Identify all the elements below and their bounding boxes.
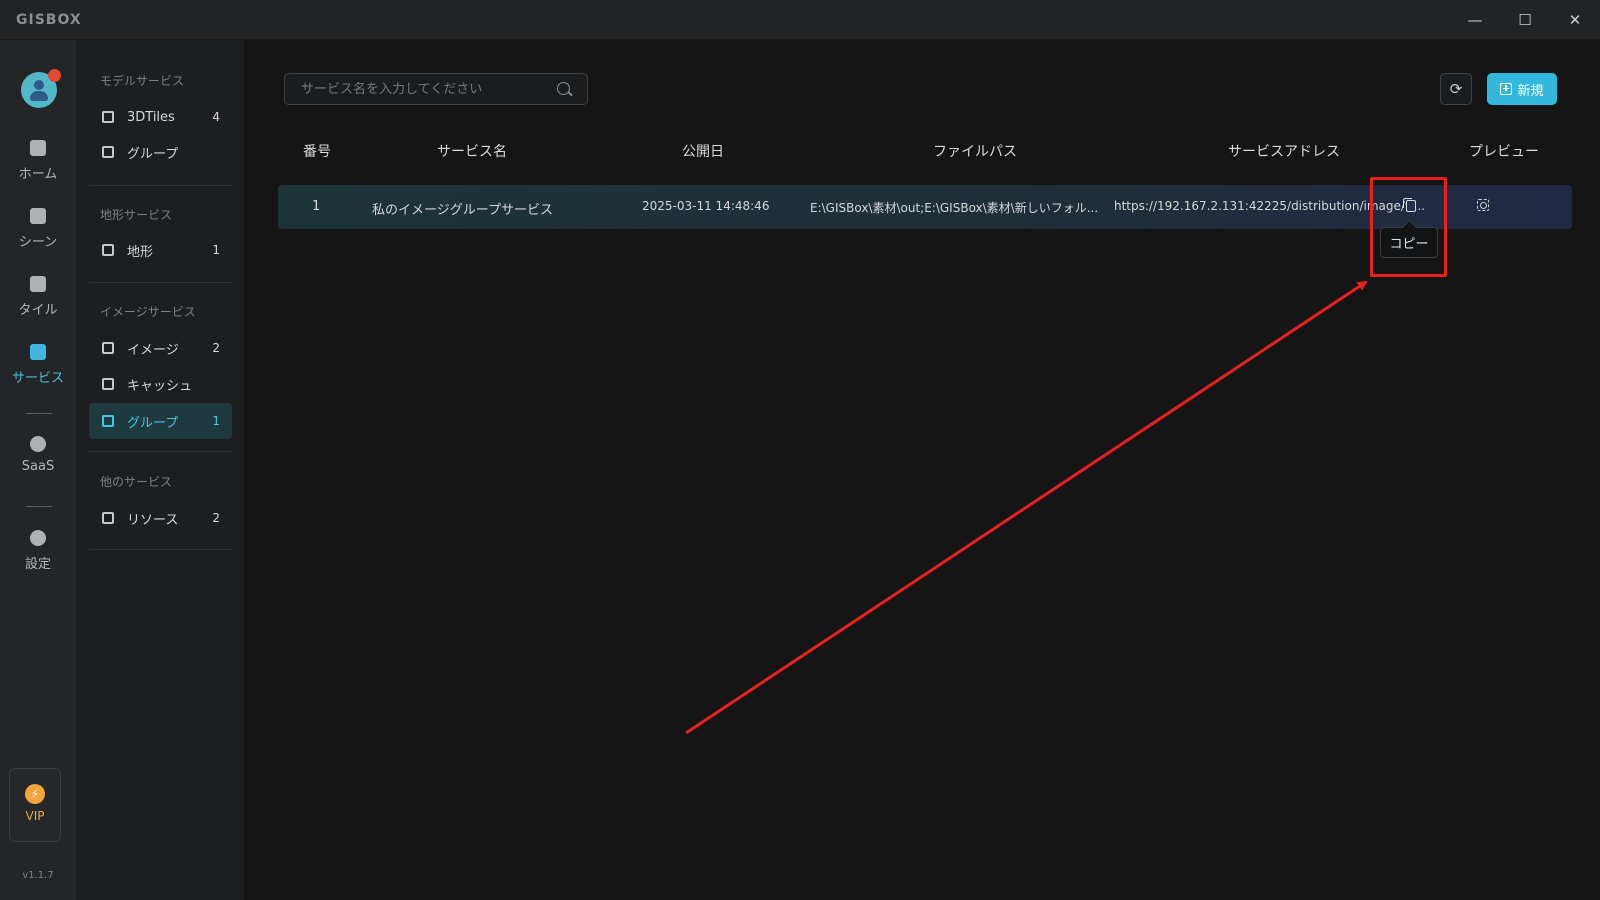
notification-badge-icon: [48, 69, 61, 82]
refresh-icon: ⟳: [1449, 80, 1463, 98]
search-input[interactable]: [285, 74, 555, 104]
nav-scene-label: シーン: [18, 235, 58, 250]
submenu-item-image-group[interactable]: グループ 1: [89, 403, 232, 439]
submenu-divider: [89, 451, 232, 452]
minimize-button[interactable]: —: [1460, 8, 1490, 32]
group-title-model: モデルサービス: [100, 74, 185, 88]
rail-divider: [26, 413, 52, 414]
refresh-button[interactable]: ⟳: [1440, 73, 1472, 105]
nav-settings[interactable]: 設定: [0, 530, 76, 584]
scene-icon: [30, 208, 46, 224]
submenu-item-label: グループ: [127, 415, 179, 431]
submenu-item-count: 1: [212, 243, 220, 257]
tile-icon: [30, 276, 46, 292]
submenu-item-label: キャッシュ: [127, 378, 193, 394]
saas-icon: [30, 436, 46, 452]
maximize-button[interactable]: ☐: [1510, 8, 1540, 32]
lightning-icon: ⚡: [25, 784, 45, 804]
nav-tile-label: タイル: [18, 303, 58, 318]
nav-tile[interactable]: タイル: [0, 276, 76, 330]
nav-home[interactable]: ホーム: [0, 140, 76, 194]
column-header-service-address: サービスアドレス: [1228, 144, 1340, 160]
image-icon: [102, 342, 114, 354]
submenu-item-label: 地形: [127, 244, 154, 260]
cell-file-path: E:\GISBox\素材\out;E:\GISBox\素材\新しいフォル...: [810, 201, 1099, 215]
cell-number: 1: [312, 199, 321, 214]
submenu-item-count: 1: [212, 414, 220, 428]
vip-button[interactable]: ⚡ VIP: [9, 768, 61, 842]
nav-home-label: ホーム: [18, 167, 58, 182]
service-submenu: モデルサービス 3DTiles 4 グループ 地形サービス 地形 1 イメージサ…: [76, 40, 244, 900]
group-icon: [102, 146, 114, 158]
main-nav-rail: ホーム シーン タイル サービス SaaS 設定 ⚡ VIP v1.1.7: [0, 40, 76, 900]
service-icon: [30, 344, 46, 360]
submenu-item-count: 2: [212, 511, 220, 525]
submenu-item-cache[interactable]: キャッシュ: [89, 366, 232, 402]
column-header-publish-date: 公開日: [682, 144, 724, 160]
nav-service[interactable]: サービス: [0, 344, 76, 398]
submenu-item-label: リソース: [127, 512, 179, 528]
submenu-item-image[interactable]: イメージ 2: [89, 330, 232, 366]
submenu-item-count: 2: [212, 341, 220, 355]
submenu-item-3dtiles[interactable]: 3DTiles 4: [89, 99, 232, 135]
app-logo: GISBOX: [16, 12, 82, 28]
submenu-item-count: 4: [212, 110, 220, 124]
vip-label: VIP: [25, 809, 45, 823]
home-icon: [30, 140, 46, 156]
column-header-file-path: ファイルパス: [933, 144, 1017, 160]
cell-publish-date: 2025-03-11 14:48:46: [642, 199, 770, 213]
nav-saas[interactable]: SaaS: [0, 436, 76, 490]
terrain-icon: [102, 244, 114, 256]
close-button[interactable]: ✕: [1560, 8, 1590, 32]
cache-icon: [102, 378, 114, 390]
3dtiles-icon: [102, 111, 114, 123]
preview-icon[interactable]: [1477, 199, 1489, 211]
group-title-image: イメージサービス: [100, 305, 196, 319]
nav-settings-label: 設定: [24, 557, 51, 572]
submenu-item-resource[interactable]: リソース 2: [89, 500, 232, 536]
submenu-item-label: イメージ: [127, 342, 179, 358]
add-icon: [1500, 83, 1513, 95]
resource-icon: [102, 512, 114, 524]
submenu-divider: [89, 282, 232, 283]
submenu-item-label: 3DTiles: [127, 109, 175, 125]
nav-service-label: サービス: [11, 371, 64, 386]
main-content: ⟳ 新規 番号 サービス名 公開日 ファイルパス サービスアドレス プレビュー …: [244, 40, 1600, 900]
submenu-divider: [89, 549, 232, 550]
group-title-other: 他のサービス: [100, 475, 173, 489]
annotation-highlight-box: [1370, 177, 1447, 277]
column-header-service-name: サービス名: [437, 144, 507, 160]
cell-service-name: 私のイメージグループサービス: [372, 203, 553, 218]
search-icon[interactable]: [557, 82, 570, 95]
group-title-terrain: 地形サービス: [100, 208, 173, 222]
new-button-label: 新規: [1517, 83, 1544, 99]
image-group-icon: [102, 415, 114, 427]
nav-scene[interactable]: シーン: [0, 208, 76, 262]
settings-icon: [30, 530, 46, 546]
new-service-button[interactable]: 新規: [1487, 73, 1557, 105]
submenu-item-terrain[interactable]: 地形 1: [89, 232, 232, 268]
title-bar: GISBOX — ☐ ✕: [0, 0, 1600, 40]
submenu-item-model-group[interactable]: グループ: [89, 134, 232, 170]
user-head-icon: [34, 80, 44, 90]
rail-divider: [26, 506, 52, 507]
submenu-divider: [89, 185, 232, 186]
column-header-number: 番号: [303, 144, 331, 160]
column-header-preview: プレビュー: [1469, 144, 1539, 160]
user-body-icon: [30, 91, 48, 101]
submenu-item-label: グループ: [127, 146, 179, 162]
nav-saas-label: SaaS: [21, 459, 55, 474]
app-version: v1.1.7: [22, 870, 54, 881]
search-box: [284, 73, 588, 105]
